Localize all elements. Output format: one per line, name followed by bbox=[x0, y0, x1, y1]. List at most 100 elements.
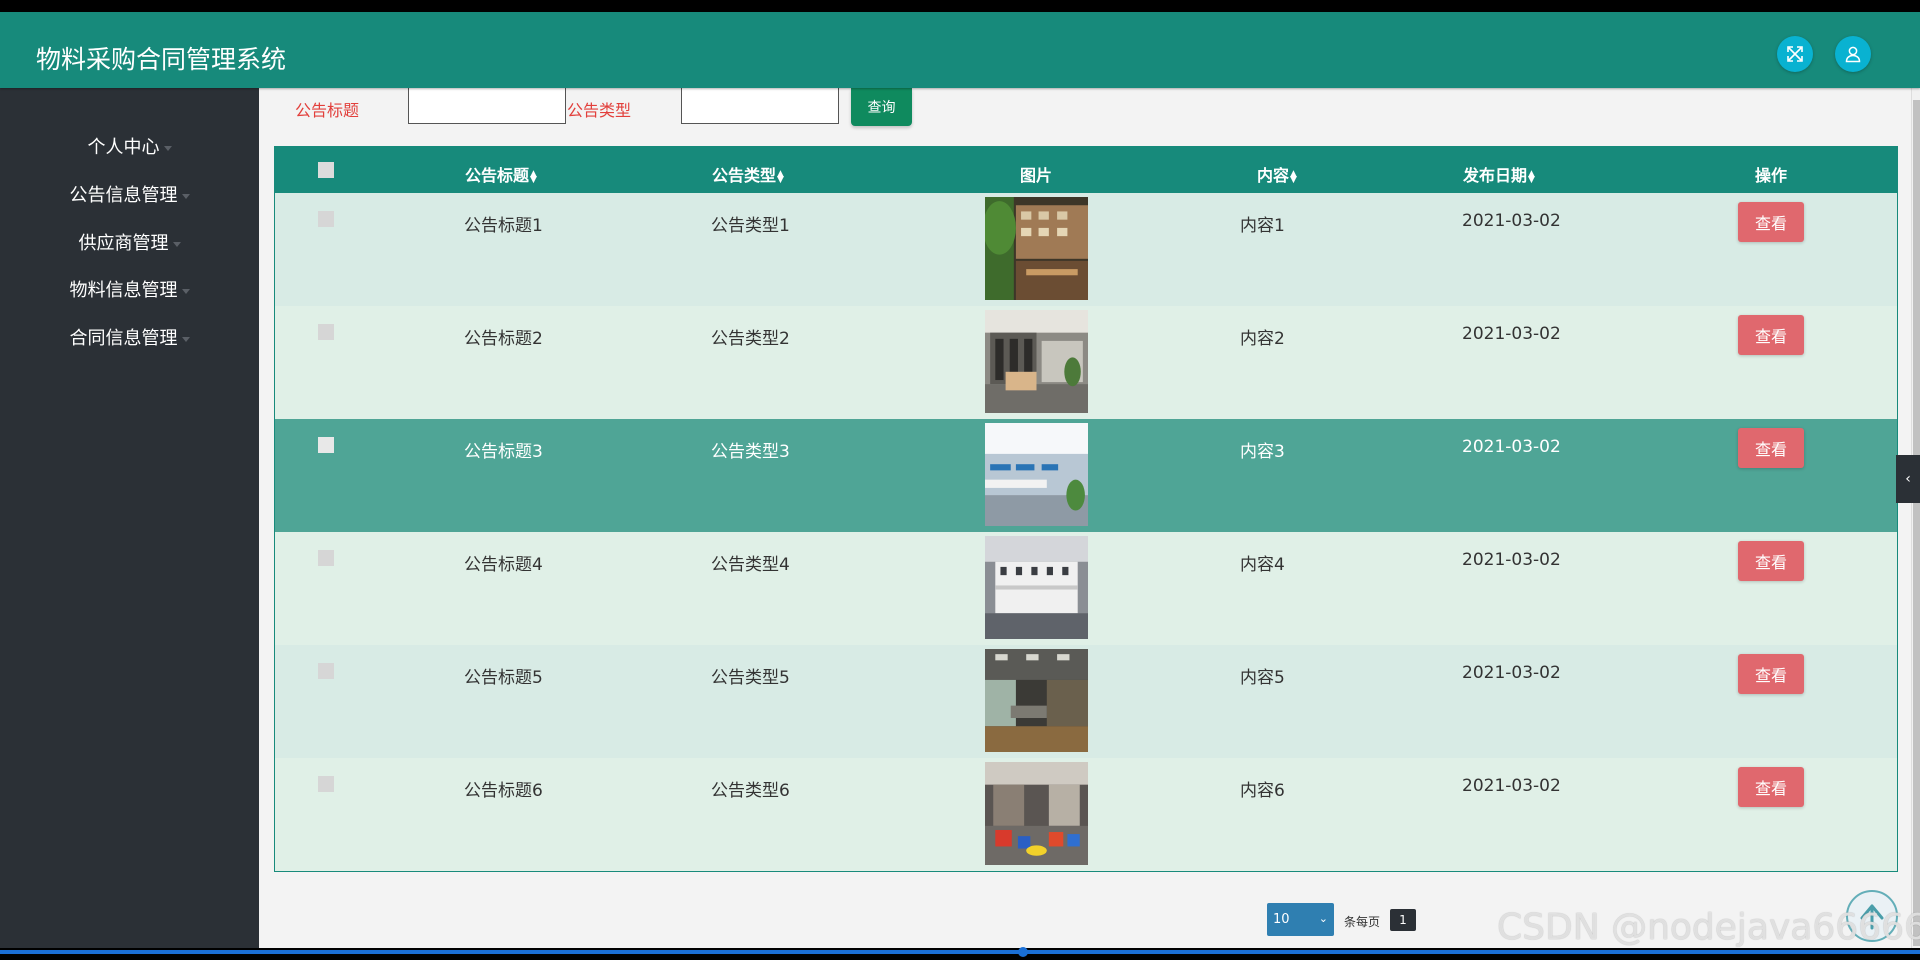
column-header-actions: 操作 bbox=[1754, 166, 1788, 185]
row-date: 2021-03-02 bbox=[1462, 211, 1561, 231]
column-header-title[interactable]: 公告标题▲ ▼ bbox=[465, 162, 537, 186]
chevron-down-icon bbox=[172, 241, 181, 247]
watermark: CSDN @nodejava666666 bbox=[1497, 907, 1920, 948]
column-header-date[interactable]: 发布日期▲ ▼ bbox=[1463, 162, 1535, 186]
video-progress-handle[interactable] bbox=[1018, 947, 1028, 957]
row-type: 公告类型5 bbox=[711, 668, 790, 688]
type-search-input[interactable] bbox=[681, 88, 839, 124]
title-search-input[interactable] bbox=[408, 88, 566, 124]
sidebar-item-materials[interactable]: 物料信息管理 bbox=[0, 276, 259, 302]
row-title: 公告标题2 bbox=[464, 329, 543, 349]
page-number-button[interactable]: 1 bbox=[1390, 909, 1416, 931]
chevron-down-icon bbox=[181, 336, 190, 342]
row-title: 公告标题4 bbox=[464, 555, 543, 575]
row-title: 公告标题5 bbox=[464, 668, 543, 688]
type-search-label: 公告类型 bbox=[567, 101, 632, 120]
column-header-image: 图片 bbox=[1019, 166, 1053, 185]
page-size-value: 10 bbox=[1273, 912, 1290, 927]
sidebar-item-label: 公告信息管理 bbox=[69, 185, 178, 206]
row-title: 公告标题3 bbox=[464, 442, 543, 462]
fullscreen-icon bbox=[1787, 46, 1803, 62]
row-type: 公告类型3 bbox=[711, 442, 790, 462]
row-checkbox[interactable] bbox=[318, 550, 334, 566]
table-header: 公告标题▲ ▼ 公告类型▲ ▼ 图片 内容▲ ▼ 发布日期▲ ▼ 操作 bbox=[275, 147, 1897, 193]
office-reception-photo bbox=[985, 310, 1088, 413]
chevron-down-icon: ⌄ bbox=[1318, 912, 1328, 925]
colorful-lounge-photo bbox=[985, 762, 1088, 865]
user-button[interactable] bbox=[1835, 36, 1871, 72]
table-row[interactable]: 公告标题1 公告类型1 内容1 2021-03-02 查看 bbox=[275, 193, 1897, 306]
view-button[interactable]: 查看 bbox=[1738, 202, 1804, 242]
sidebar-item-contracts[interactable]: 合同信息管理 bbox=[0, 324, 259, 350]
fullscreen-button[interactable] bbox=[1777, 36, 1813, 72]
sort-icon: ▲ ▼ bbox=[1528, 168, 1535, 185]
row-content: 内容6 bbox=[1240, 781, 1285, 801]
row-content: 内容5 bbox=[1240, 668, 1285, 688]
row-checkbox[interactable] bbox=[318, 776, 334, 792]
row-type: 公告类型2 bbox=[711, 329, 790, 349]
row-date: 2021-03-02 bbox=[1462, 776, 1561, 796]
row-title: 公告标题1 bbox=[464, 216, 543, 236]
row-date: 2021-03-02 bbox=[1462, 550, 1561, 570]
select-all-checkbox[interactable] bbox=[318, 162, 334, 178]
main-content: 公告标题 公告类型 查询 公告标题▲ ▼ 公告类型▲ ▼ 图片 内容▲ ▼ 发布日期▲… bbox=[259, 88, 1911, 948]
app-screen: 物料采购合同管理系统 个人中心 公告信息管理 供应商管理 物料信息管理 合同信息… bbox=[0, 12, 1920, 948]
sort-icon: ▲ ▼ bbox=[1290, 168, 1297, 185]
side-panel-toggle[interactable]: ‹ bbox=[1896, 455, 1920, 503]
view-button[interactable]: 查看 bbox=[1738, 654, 1804, 694]
row-content: 内容4 bbox=[1240, 555, 1285, 575]
table-row[interactable]: 公告标题4 公告类型4 内容4 2021-03-02 查看 bbox=[275, 532, 1897, 645]
row-content: 内容2 bbox=[1240, 329, 1285, 349]
view-button[interactable]: 查看 bbox=[1738, 315, 1804, 355]
row-type: 公告类型4 bbox=[711, 555, 790, 575]
user-icon bbox=[1845, 46, 1861, 63]
sidebar-item-personal-center[interactable]: 个人中心 bbox=[0, 133, 259, 159]
row-checkbox[interactable] bbox=[318, 663, 334, 679]
sort-icon: ▲ ▼ bbox=[530, 168, 537, 185]
view-button[interactable]: 查看 bbox=[1738, 767, 1804, 807]
sidebar-item-suppliers[interactable]: 供应商管理 bbox=[0, 229, 259, 255]
announcement-table: 公告标题▲ ▼ 公告类型▲ ▼ 图片 内容▲ ▼ 发布日期▲ ▼ 操作 公告标题1 公告… bbox=[274, 146, 1898, 872]
row-checkbox[interactable] bbox=[318, 437, 334, 453]
query-button[interactable]: 查询 bbox=[851, 88, 912, 126]
row-date: 2021-03-02 bbox=[1462, 324, 1561, 344]
column-header-type[interactable]: 公告类型▲ ▼ bbox=[712, 162, 784, 186]
table-row[interactable]: 公告标题2 公告类型2 内容2 2021-03-02 查看 bbox=[275, 306, 1897, 419]
dark-office-photo bbox=[985, 649, 1088, 752]
sidebar-item-announcements[interactable]: 公告信息管理 bbox=[0, 181, 259, 207]
bottom-strip bbox=[0, 947, 1920, 960]
chevron-left-icon: ‹ bbox=[1905, 471, 1911, 487]
view-button[interactable]: 查看 bbox=[1738, 428, 1804, 468]
table-row[interactable]: 公告标题6 公告类型6 内容6 2021-03-02 查看 bbox=[275, 758, 1897, 871]
sidebar-item-label: 供应商管理 bbox=[78, 233, 169, 254]
sidebar-item-label: 合同信息管理 bbox=[69, 328, 178, 349]
app-title: 物料采购合同管理系统 bbox=[36, 45, 287, 74]
building-courtyard-photo bbox=[985, 197, 1088, 300]
table-row[interactable]: 公告标题5 公告类型5 内容5 2021-03-02 查看 bbox=[275, 645, 1897, 758]
top-bar: 物料采购合同管理系统 bbox=[0, 12, 1920, 88]
row-checkbox[interactable] bbox=[318, 211, 334, 227]
scrollbar-thumb[interactable] bbox=[1913, 100, 1920, 946]
row-checkbox[interactable] bbox=[318, 324, 334, 340]
table-row[interactable]: 公告标题3 公告类型3 内容3 2021-03-02 查看 bbox=[275, 419, 1897, 532]
video-progress-bar[interactable] bbox=[0, 950, 1920, 954]
sidebar-item-label: 个人中心 bbox=[87, 137, 160, 158]
per-page-label: 条每页 bbox=[1344, 915, 1381, 929]
page-size-select[interactable]: 10 ⌄ bbox=[1267, 903, 1334, 936]
row-content: 内容3 bbox=[1240, 442, 1285, 462]
row-type: 公告类型1 bbox=[711, 216, 790, 236]
workstations-photo bbox=[985, 536, 1088, 639]
row-content: 内容1 bbox=[1240, 216, 1285, 236]
row-date: 2021-03-02 bbox=[1462, 663, 1561, 683]
sidebar: 个人中心 公告信息管理 供应商管理 物料信息管理 合同信息管理 bbox=[0, 88, 259, 948]
chevron-down-icon bbox=[181, 288, 190, 294]
row-title: 公告标题6 bbox=[464, 781, 543, 801]
sidebar-item-label: 物料信息管理 bbox=[69, 280, 178, 301]
open-office-photo bbox=[985, 423, 1088, 526]
title-search-label: 公告标题 bbox=[295, 101, 360, 120]
chevron-down-icon bbox=[181, 193, 190, 199]
view-button[interactable]: 查看 bbox=[1738, 541, 1804, 581]
column-header-content[interactable]: 内容▲ ▼ bbox=[1257, 162, 1297, 186]
row-type: 公告类型6 bbox=[711, 781, 790, 801]
sort-icon: ▲ ▼ bbox=[777, 168, 784, 185]
